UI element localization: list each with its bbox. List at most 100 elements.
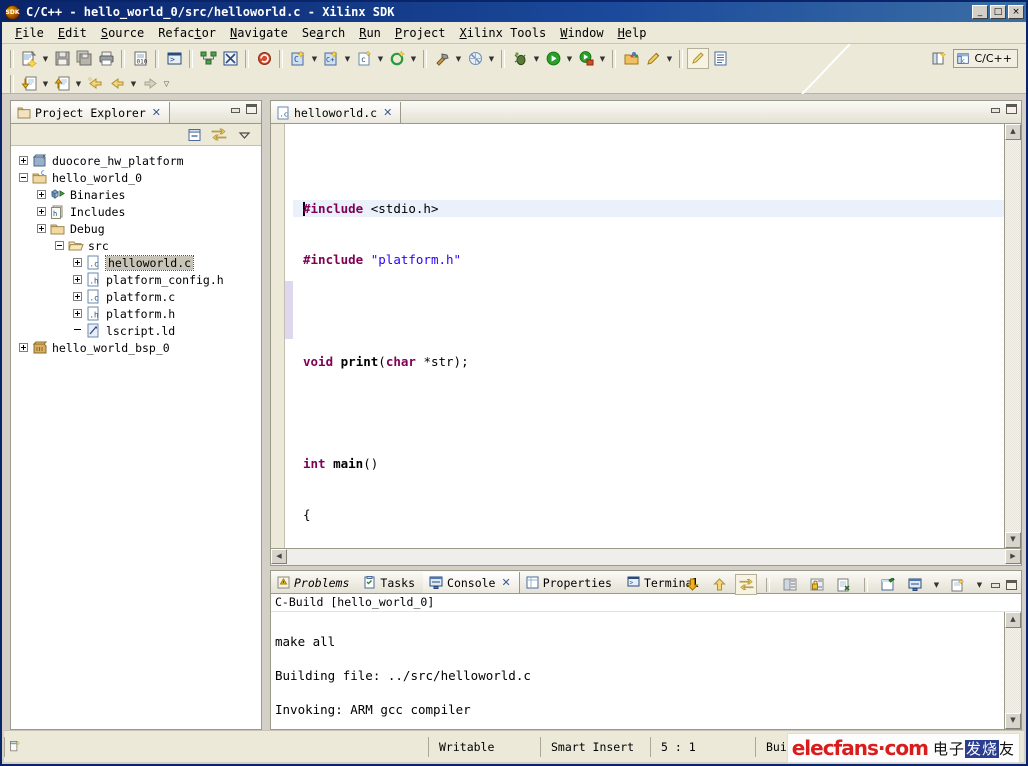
- tab-problems[interactable]: Problems: [271, 572, 357, 593]
- hardware-platform-icon[interactable]: [197, 48, 219, 69]
- minimize-button[interactable]: _: [972, 5, 988, 19]
- project-explorer-minimize-icon[interactable]: [230, 105, 241, 114]
- editor-horizontal-scrollbar[interactable]: ◀ ▶: [271, 548, 1021, 565]
- tree-item-debug[interactable]: Debug: [15, 220, 261, 237]
- run-icon[interactable]: [542, 48, 564, 69]
- tree-item-helloworld-c[interactable]: .c helloworld.c: [15, 254, 261, 271]
- project-explorer-close-icon[interactable]: ✕: [152, 106, 161, 119]
- tree-item-src[interactable]: src: [15, 237, 261, 254]
- new-class-dropdown-icon[interactable]: ▼: [408, 48, 419, 69]
- expander-icon[interactable]: [19, 173, 28, 182]
- tree-item-platform-h[interactable]: .h platform.h: [15, 305, 261, 322]
- debug-icon[interactable]: [509, 48, 531, 69]
- pin-console-icon[interactable]: [735, 574, 757, 595]
- scroll-lock-down-icon[interactable]: [681, 574, 703, 595]
- new-class-icon[interactable]: [386, 48, 408, 69]
- console-close-icon[interactable]: ✕: [501, 576, 510, 589]
- scroll-track[interactable]: [1005, 140, 1021, 532]
- clean-icon[interactable]: [464, 48, 486, 69]
- remove-console-icon[interactable]: [833, 574, 855, 595]
- export-dropdown-icon[interactable]: ▼: [73, 73, 84, 94]
- menu-source[interactable]: Source: [94, 24, 151, 42]
- display-selected-console-icon[interactable]: [904, 574, 926, 595]
- editor-tab-close-icon[interactable]: ✕: [383, 106, 392, 119]
- tree-item-duocore-hw-platform[interactable]: duocore_hw_platform: [15, 152, 261, 169]
- external-tools-dropdown-icon[interactable]: ▼: [597, 48, 608, 69]
- toggle-block-selection-icon[interactable]: [709, 48, 731, 69]
- menu-edit[interactable]: Edit: [51, 24, 94, 42]
- print-icon[interactable]: [95, 48, 117, 69]
- perspective-cpp-button[interactable]: c C/C++: [953, 49, 1018, 68]
- scroll-track[interactable]: [1005, 628, 1021, 713]
- expander-icon[interactable]: [19, 343, 28, 352]
- editor-minimize-icon[interactable]: [990, 105, 1001, 114]
- new-c-project-dropdown-icon[interactable]: ▼: [309, 48, 320, 69]
- new-cpp-project-dropdown-icon[interactable]: ▼: [342, 48, 353, 69]
- clear-console-icon[interactable]: [779, 574, 801, 595]
- close-button[interactable]: ×: [1008, 5, 1024, 19]
- import-icon[interactable]: [18, 73, 40, 94]
- clean-dropdown-icon[interactable]: ▼: [486, 48, 497, 69]
- tree-item-platform-config-h[interactable]: .h platform_config.h: [15, 271, 261, 288]
- link-with-editor-icon[interactable]: [208, 124, 230, 145]
- expander-icon[interactable]: [73, 275, 82, 284]
- menu-run[interactable]: Run: [352, 24, 388, 42]
- new-c-file-dropdown-icon[interactable]: ▼: [375, 48, 386, 69]
- program-fpga-icon[interactable]: [253, 48, 275, 69]
- build-dropdown-icon[interactable]: ▼: [453, 48, 464, 69]
- project-explorer-content[interactable]: duocore_hw_platform C hello_world_0: [11, 146, 261, 729]
- project-explorer-maximize-icon[interactable]: [246, 104, 257, 114]
- debug-dropdown-icon[interactable]: ▼: [531, 48, 542, 69]
- scroll-down-icon[interactable]: ▼: [1005, 532, 1021, 548]
- open-terminal-icon[interactable]: >: [163, 48, 185, 69]
- expander-icon[interactable]: [37, 207, 46, 216]
- pin-console-view-icon[interactable]: [877, 574, 899, 595]
- save-all-icon[interactable]: [73, 48, 95, 69]
- back-icon[interactable]: [106, 73, 128, 94]
- menu-refactor[interactable]: Refactor: [151, 24, 223, 42]
- build-binary-icon[interactable]: 010: [129, 48, 151, 69]
- display-selected-console-dropdown-icon[interactable]: ▼: [931, 574, 942, 595]
- expander-icon[interactable]: [37, 224, 46, 233]
- tab-properties[interactable]: Properties: [520, 572, 620, 593]
- import-dropdown-icon[interactable]: ▼: [40, 73, 51, 94]
- console-output[interactable]: make all Building file: ../src/helloworl…: [271, 612, 1004, 729]
- editor-vertical-scrollbar[interactable]: ▲ ▼: [1004, 124, 1021, 548]
- expander-icon[interactable]: [73, 292, 82, 301]
- open-console-icon[interactable]: [947, 574, 969, 595]
- new-icon[interactable]: [18, 48, 40, 69]
- expander-icon[interactable]: [55, 241, 64, 250]
- editor-maximize-icon[interactable]: [1006, 104, 1017, 114]
- editor-annotation-ruler[interactable]: [271, 124, 285, 548]
- editor-content[interactable]: #include <stdio.h> #include "platform.h"…: [271, 124, 1021, 565]
- collapse-all-icon[interactable]: [183, 124, 205, 145]
- menu-file[interactable]: File: [8, 24, 51, 42]
- new-c-project-icon[interactable]: C: [287, 48, 309, 69]
- expander-icon[interactable]: [73, 258, 82, 267]
- back-history-icon[interactable]: [84, 73, 106, 94]
- menu-project[interactable]: Project: [388, 24, 453, 42]
- search-dropdown-icon[interactable]: ▼: [664, 48, 675, 69]
- tree-item-hello-world-0[interactable]: C hello_world_0: [15, 169, 261, 186]
- tab-helloworld-c[interactable]: .c helloworld.c ✕: [271, 102, 401, 123]
- new-c-file-icon[interactable]: c: [353, 48, 375, 69]
- menu-xilinx-tools[interactable]: Xilinx Tools: [452, 24, 553, 42]
- lock-scroll-icon[interactable]: [806, 574, 828, 595]
- forward-icon[interactable]: [139, 73, 161, 94]
- console-minimize-icon[interactable]: [990, 580, 1001, 589]
- tab-tasks[interactable]: Tasks: [357, 572, 423, 593]
- tree-item-hello-world-bsp-0[interactable]: hello_world_bsp_0: [15, 339, 261, 356]
- tab-project-explorer[interactable]: Project Explorer ✕: [11, 102, 170, 123]
- scroll-right-icon[interactable]: ▶: [1005, 549, 1021, 564]
- tree-item-lscript-ld[interactable]: lscript.ld: [15, 322, 261, 339]
- xilinx-tools-icon[interactable]: [219, 48, 241, 69]
- menu-help[interactable]: Help: [611, 24, 654, 42]
- tree-item-platform-c[interactable]: .c platform.c: [15, 288, 261, 305]
- maximize-button[interactable]: □: [990, 5, 1006, 19]
- scroll-left-icon[interactable]: ◀: [271, 549, 287, 564]
- open-console-dropdown-icon[interactable]: ▼: [974, 574, 985, 595]
- console-vertical-scrollbar[interactable]: ▲ ▼: [1004, 612, 1021, 729]
- forward-dropdown-icon[interactable]: ▽: [161, 73, 172, 94]
- menu-search[interactable]: Search: [295, 24, 352, 42]
- new-cpp-project-icon[interactable]: C+: [320, 48, 342, 69]
